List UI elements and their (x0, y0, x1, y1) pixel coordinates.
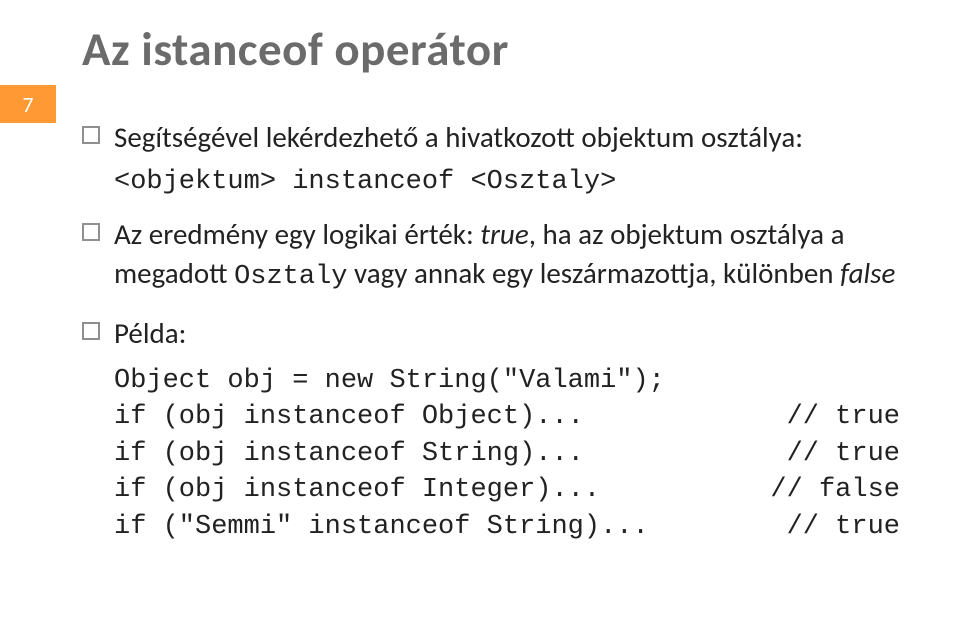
code-block: Object obj = new String("Valami"); if (o… (114, 363, 900, 545)
bullet-item: Példa: (82, 314, 900, 353)
bullet-square-icon (82, 322, 100, 340)
code-comment: // true (787, 399, 900, 435)
code-inline: Osztaly (234, 262, 347, 292)
page-number: 7 (22, 91, 33, 118)
bullet-text: Segítségével lekérdezhető a hivatkozott … (114, 118, 900, 157)
text-italic-false: false (840, 255, 895, 291)
bullet-item: Az eredmény egy logikai érték: true, ha … (82, 215, 900, 296)
slide-title: Az istanceof operátor (82, 20, 509, 78)
code-text: if (obj instanceof Integer)... (114, 472, 600, 508)
code-text: if (obj instanceof Object)... (114, 399, 584, 435)
code-text: Object obj = new String("Valami"); (114, 363, 665, 399)
text-fragment: Az eredmény egy logikai érték: (114, 216, 480, 252)
code-line: if (obj instanceof String)... // true (114, 436, 900, 472)
code-line: if ("Semmi" instanceof String)... // tru… (114, 509, 900, 545)
slide: Az istanceof operátor 7 Segítségével lek… (0, 0, 960, 628)
page-number-badge: 7 (0, 85, 56, 123)
bullet-square-icon (82, 126, 100, 144)
code-text: if (obj instanceof String)... (114, 436, 584, 472)
code-line: if (obj instanceof Integer)... // false (114, 472, 900, 508)
code-comment: // true (787, 436, 900, 472)
text-italic-true: true (480, 216, 528, 252)
bullet-text: Példa: (114, 314, 900, 353)
code-comment: // false (770, 472, 900, 508)
code-comment: // true (787, 509, 900, 545)
code-text: if ("Semmi" instanceof String)... (114, 509, 649, 545)
code-line: Object obj = new String("Valami"); (114, 363, 900, 399)
bullet-text: Az eredmény egy logikai érték: true, ha … (114, 215, 900, 296)
bullet-square-icon (82, 223, 100, 241)
code-line: if (obj instanceof Object)... // true (114, 399, 900, 435)
code-inline-syntax: <objektum> instanceof <Osztaly> (114, 167, 900, 197)
bullet-item: Segítségével lekérdezhető a hivatkozott … (82, 118, 900, 157)
text-fragment: vagy annak egy leszármazottja, különben (348, 255, 841, 291)
content-area: Segítségével lekérdezhető a hivatkozott … (82, 106, 900, 545)
